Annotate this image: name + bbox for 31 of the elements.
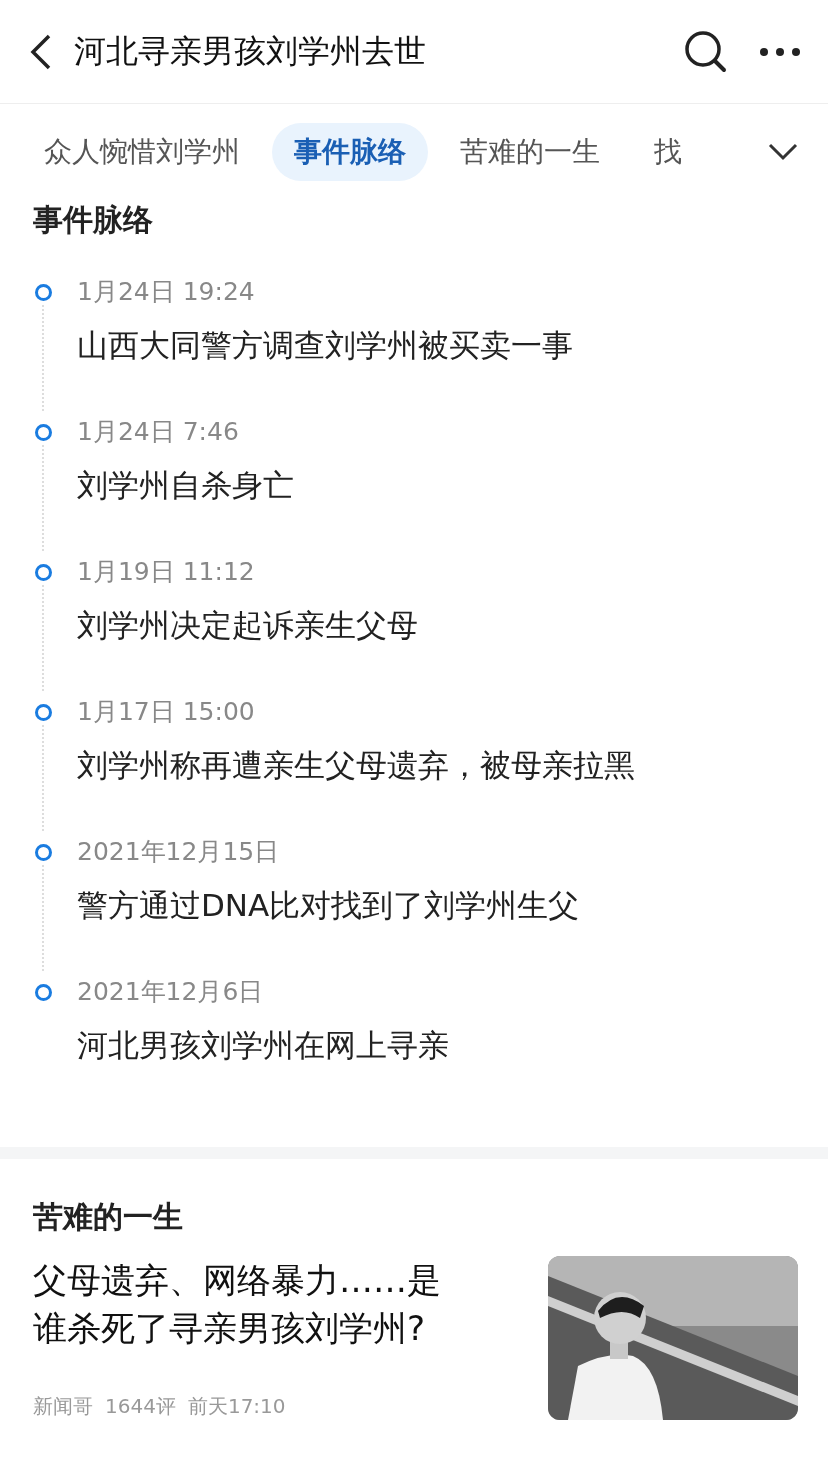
event-time: 1月24日 19:24	[77, 276, 256, 308]
page-title: 河北寻亲男孩刘学州去世	[74, 30, 427, 72]
article-source: 新闻哥	[33, 1393, 93, 1420]
event-text[interactable]: 警方通过DNA比对找到了刘学州生父	[77, 885, 795, 927]
tab[interactable]: 苦难的一生	[438, 123, 622, 181]
timeline-dot	[34, 564, 52, 581]
event-time: 2021年12月15日	[77, 836, 281, 868]
timeline-dot	[34, 704, 52, 721]
event-time: 1月17日 15:00	[77, 696, 256, 728]
timeline-dot	[34, 984, 52, 1001]
section-title: 事件脉络	[32, 201, 154, 239]
event-time: 1月19日 11:12	[77, 556, 256, 588]
event-text[interactable]: 刘学州称再遭亲生父母遗弃，被母亲拉黑	[77, 745, 795, 787]
timeline-dot	[34, 284, 52, 301]
section-title: 苦难的一生	[32, 1198, 184, 1236]
article-title[interactable]: 父母遗弃、网络暴力……是谁杀死了寻亲男孩刘学州?	[33, 1256, 463, 1352]
back-icon[interactable]	[30, 33, 52, 70]
event-text[interactable]: 刘学州决定起诉亲生父母	[77, 605, 795, 647]
event-text[interactable]: 山西大同警方调查刘学州被买卖一事	[77, 325, 795, 367]
event-time: 2021年12月6日	[77, 976, 265, 1008]
event-text[interactable]: 刘学州自杀身亡	[77, 465, 795, 507]
timeline-dot	[34, 424, 52, 441]
tab[interactable]: 找	[632, 123, 704, 181]
event-time: 1月24日 7:46	[77, 416, 240, 448]
comment-count: 1644评	[105, 1393, 176, 1420]
tab[interactable]: 事件脉络	[272, 123, 428, 181]
event-text[interactable]: 河北男孩刘学州在网上寻亲	[77, 1025, 795, 1067]
tab[interactable]: 众人惋惜刘学州	[22, 123, 262, 181]
timeline-dot	[34, 844, 52, 861]
chevron-down-icon[interactable]	[768, 143, 798, 161]
article-time: 前天17:10	[187, 1393, 286, 1420]
